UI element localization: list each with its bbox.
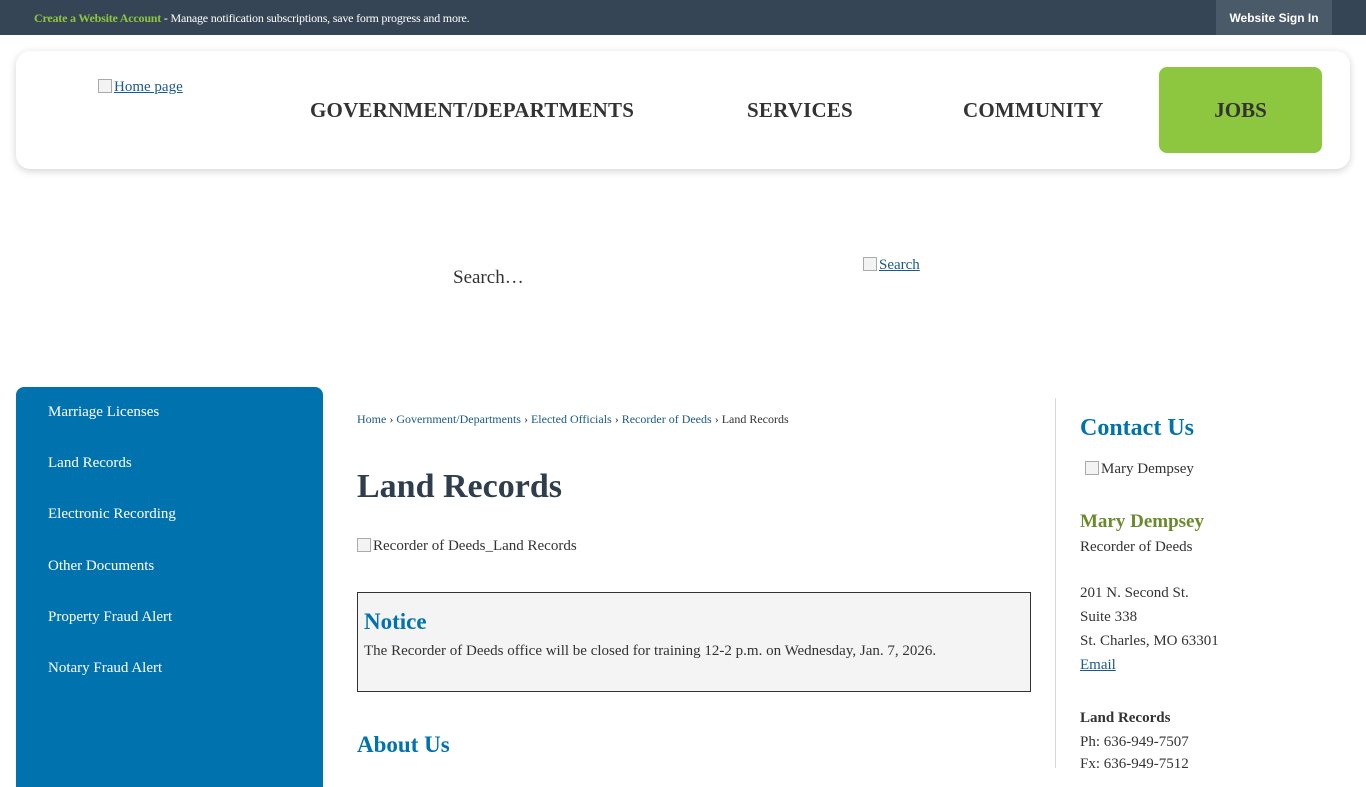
land-records-image-alt: Recorder of Deeds_Land Records — [373, 538, 577, 554]
sidebar-item-other-documents[interactable]: Other Documents — [48, 558, 154, 575]
contact-us-heading: Contact Us — [1080, 415, 1194, 441]
sidebar-nav: Marriage Licenses Land Records Electroni… — [16, 387, 323, 787]
breadcrumb-home[interactable]: Home — [357, 412, 386, 426]
sidebar-item-electronic-recording[interactable]: Electronic Recording — [48, 506, 176, 523]
sidebar-item-notary-fraud-alert[interactable]: Notary Fraud Alert — [48, 660, 162, 677]
contact-address-line-1: 201 N. Second St. — [1080, 585, 1189, 601]
broken-image-icon — [863, 256, 877, 271]
sidebar-item-property-fraud-alert[interactable]: Property Fraud Alert — [48, 609, 172, 626]
page-title: Land Records — [357, 468, 562, 505]
notice-text: The Recorder of Deeds office will be clo… — [364, 643, 937, 659]
broken-image-icon — [98, 78, 112, 93]
nav-government-departments[interactable]: GOVERNMENT/DEPARTMENTS — [310, 98, 634, 123]
account-message: Create a Website Account - Manage notifi… — [34, 11, 470, 26]
contact-fax: Fx: 636-949-7512 — [1080, 756, 1189, 772]
nav-community[interactable]: COMMUNITY — [963, 98, 1104, 123]
column-divider — [1055, 398, 1056, 768]
search-button-alt: Search — [879, 257, 920, 273]
create-account-link[interactable]: Create a Website Account — [34, 11, 161, 25]
top-bar: Create a Website Account - Manage notifi… — [0, 0, 1366, 35]
home-page-logo-link[interactable]: Home page — [98, 78, 183, 96]
broken-image-icon — [357, 537, 371, 552]
contact-phone: Ph: 636-949-7507 — [1080, 734, 1189, 750]
notice-heading: Notice — [364, 609, 427, 634]
site-header: Home page GOVERNMENT/DEPARTMENTS SERVICE… — [16, 51, 1350, 169]
breadcrumb: Home › Government/Departments › Elected Offi… — [357, 412, 789, 426]
contact-address-line-3: St. Charles, MO 63301 — [1080, 633, 1219, 649]
search-button[interactable]: Search — [863, 256, 920, 274]
contact-address-line-2: Suite 338 — [1080, 609, 1138, 625]
land-records-image: Recorder of Deeds_Land Records — [357, 537, 577, 555]
breadcrumb-current: Land Records — [721, 412, 789, 426]
contact-department: Land Records — [1080, 710, 1171, 726]
contact-name: Mary Dempsey — [1080, 511, 1204, 532]
sidebar-item-marriage-licenses[interactable]: Marriage Licenses — [48, 404, 159, 421]
broken-image-icon — [1085, 460, 1099, 475]
account-message-text: - Manage notification subscriptions, sav… — [161, 11, 470, 25]
contact-email-link[interactable]: Email — [1080, 657, 1116, 674]
nav-services[interactable]: SERVICES — [747, 98, 853, 123]
breadcrumb-elected-officials[interactable]: Elected Officials — [531, 412, 612, 426]
notice-box: Notice The Recorder of Deeds office will… — [357, 592, 1031, 692]
contact-photo: Mary Dempsey — [1085, 460, 1194, 478]
contact-role: Recorder of Deeds — [1080, 539, 1193, 555]
about-us-heading: About Us — [357, 732, 450, 757]
nav-jobs-button[interactable]: JOBS — [1159, 67, 1322, 153]
breadcrumb-government-departments[interactable]: Government/Departments — [396, 412, 521, 426]
logo-alt-text: Home page — [114, 79, 183, 95]
website-sign-in-button[interactable]: Website Sign In — [1216, 0, 1332, 35]
sidebar-item-land-records[interactable]: Land Records — [48, 455, 132, 472]
contact-photo-alt: Mary Dempsey — [1101, 461, 1194, 477]
search-input[interactable] — [440, 255, 840, 301]
breadcrumb-recorder-of-deeds[interactable]: Recorder of Deeds — [622, 412, 712, 426]
